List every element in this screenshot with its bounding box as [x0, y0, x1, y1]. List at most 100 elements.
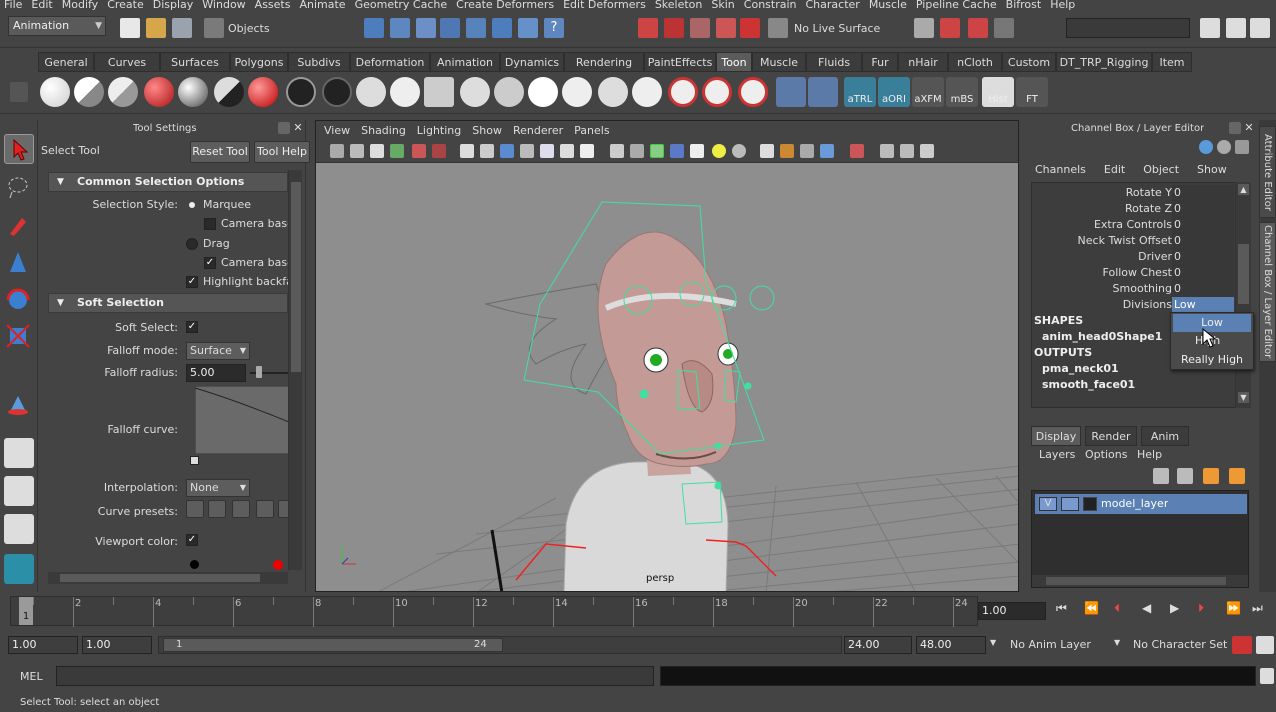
shelf-tab-fur[interactable]: Fur	[862, 52, 898, 72]
channel-edit-icon[interactable]	[1235, 140, 1249, 154]
options-menu[interactable]: Options	[1085, 448, 1127, 461]
viewport-persp[interactable]: View Shading Lighting Show Renderer Panels	[315, 120, 1019, 592]
shelf-tab-nhair[interactable]: nHair	[898, 52, 948, 72]
toon-creases-icon[interactable]	[528, 77, 558, 107]
side-tab-channel-box[interactable]: Channel Box / Layer Editor	[1259, 222, 1276, 362]
scene-3d[interactable]	[316, 164, 1019, 592]
step-back-frame-icon[interactable]: ⏪	[1084, 601, 1099, 615]
high-quality-icon[interactable]	[732, 144, 746, 158]
tool-settings-scrollbar[interactable]	[288, 170, 302, 570]
joint-tool-icon[interactable]	[808, 77, 838, 107]
shape-item[interactable]: anim_head0Shape1	[1042, 329, 1162, 345]
step-back-key-icon[interactable]: ⏴	[1114, 601, 1120, 616]
falloff-curve-graph[interactable]	[195, 386, 289, 454]
script-editor-icon[interactable]	[1260, 668, 1274, 684]
safe-action-icon[interactable]	[560, 144, 574, 158]
viewport-menu-shading[interactable]: Shading	[361, 124, 406, 137]
shelf-tab-dt-trp-rigging[interactable]: DT_TRP_Rigging	[1056, 52, 1152, 72]
shelf-tab-surfaces[interactable]: Surfaces	[160, 52, 230, 72]
channel-row[interactable]: Rotate Y0	[1032, 185, 1236, 201]
snap-plane-icon[interactable]	[518, 18, 538, 38]
layout-single-icon[interactable]	[4, 438, 34, 468]
toon-ring-3-icon[interactable]	[738, 77, 768, 107]
animation-end-field[interactable]: 48.00	[916, 636, 986, 654]
shelf-tab-general[interactable]: General	[38, 52, 94, 72]
toon-profile-icon[interactable]	[356, 77, 386, 107]
animation-start-field[interactable]: 1.00	[8, 636, 78, 654]
attribute-editor-toggle-icon[interactable]	[1200, 18, 1220, 38]
toon-ring-icon[interactable]	[668, 77, 698, 107]
shelf-tab-toon[interactable]: Toon	[716, 52, 752, 72]
new-layer-selected-icon[interactable]	[1229, 468, 1245, 484]
color-swatch-black[interactable]	[190, 560, 199, 569]
float-panel-icon[interactable]	[1229, 122, 1241, 134]
anim-layer-chevron-icon[interactable]: ▼	[990, 638, 996, 647]
wireframe-on-shaded-icon[interactable]	[650, 144, 664, 158]
curve-preset-2-button[interactable]	[208, 500, 226, 518]
anti-alias-icon[interactable]	[900, 144, 914, 158]
select-tool-icon[interactable]	[4, 134, 34, 164]
channel-row[interactable]: Driver 0	[1032, 249, 1236, 265]
menu-skeleton[interactable]: Skeleton	[655, 0, 703, 11]
time-slider-bar[interactable]: 2 4 6 8 10 12 14 16 18 20 22 24 1	[10, 596, 978, 627]
help-icon[interactable]: ?	[544, 18, 564, 38]
reset-tool-button[interactable]: Reset Tool	[190, 141, 250, 163]
float-panel-icon[interactable]	[278, 122, 290, 134]
snap-point-icon[interactable]	[492, 18, 512, 38]
output-item[interactable]: pma_neck01	[1042, 361, 1119, 377]
resolution-gate-icon[interactable]	[500, 144, 514, 158]
auto-key-icon[interactable]	[1232, 636, 1252, 654]
channel-key-icon[interactable]	[1199, 140, 1213, 154]
common-selection-options-header[interactable]: ▼ Common Selection Options	[48, 172, 288, 192]
channel-menu-edit[interactable]: Edit	[1104, 163, 1125, 176]
layer-tab-render[interactable]: Render	[1085, 426, 1137, 446]
tool-help-button[interactable]: Tool Help	[254, 141, 310, 163]
shelf-tab-rendering[interactable]: Rendering	[564, 52, 644, 72]
curve-preset-3-button[interactable]	[232, 500, 250, 518]
render-icon[interactable]	[638, 18, 658, 38]
curve-preset-4-button[interactable]	[256, 500, 274, 518]
shelf-tab-item[interactable]: Item	[1152, 52, 1192, 72]
live-surface-icon[interactable]	[768, 18, 788, 38]
menu-muscle[interactable]: Muscle	[869, 0, 907, 11]
isolate-select-icon[interactable]	[760, 144, 774, 158]
highlight-backface-checkbox[interactable]: ✓	[186, 276, 198, 288]
ipr-render-icon[interactable]	[664, 18, 684, 38]
channel-value[interactable]: 0	[1172, 281, 1234, 297]
popup-option-really-high[interactable]: Really High	[1173, 351, 1251, 369]
snap-curve-icon[interactable]	[466, 18, 486, 38]
color-swatch-red[interactable]	[273, 560, 283, 570]
scroll-up-arrow-icon[interactable]: ▲	[1238, 184, 1249, 195]
channel-box-toggle-icon[interactable]	[1250, 18, 1270, 38]
scale-tool-icon[interactable]	[4, 322, 34, 352]
step-forward-key-icon[interactable]: ⏵	[1198, 601, 1204, 616]
select-hierarchy-icon[interactable]	[364, 18, 384, 38]
menu-edit-deformers[interactable]: Edit Deformers	[563, 0, 646, 11]
scroll-thumb[interactable]	[1046, 577, 1226, 585]
new-scene-icon[interactable]	[120, 18, 140, 38]
viewport-menu-renderer[interactable]: Renderer	[513, 124, 563, 137]
scroll-thumb[interactable]	[291, 182, 301, 372]
scroll-down-arrow-icon[interactable]: ▼	[1238, 392, 1249, 403]
safe-title-icon[interactable]	[580, 144, 594, 158]
lasso-tool-icon[interactable]	[4, 172, 34, 202]
field-chart-icon[interactable]	[540, 144, 554, 158]
menu-create[interactable]: Create	[107, 0, 144, 11]
rotate-tool-icon[interactable]	[4, 286, 34, 316]
character-set-label[interactable]: No Character Set	[1133, 638, 1227, 651]
camera-based-2-checkbox[interactable]: ✓	[204, 257, 216, 269]
move-layer-up-icon[interactable]	[1153, 468, 1169, 484]
falloff-radius-field[interactable]: 5.00	[186, 364, 246, 382]
viewport-menu-show[interactable]: Show	[472, 124, 502, 137]
help-menu[interactable]: Help	[1137, 448, 1162, 461]
curve-preset-1-button[interactable]	[186, 500, 204, 518]
shelf-tab-painteffects[interactable]: PaintEffects	[644, 52, 716, 72]
channel-value[interactable]: 0	[1172, 265, 1234, 281]
go-to-end-icon[interactable]: ⏭	[1252, 601, 1263, 616]
layout-outliner-icon[interactable]	[4, 514, 34, 544]
selection-mode-icon[interactable]	[204, 18, 224, 38]
toon-glossy-red-icon[interactable]	[248, 77, 278, 107]
shelf-tab-custom[interactable]: Custom	[1002, 52, 1056, 72]
quick-search-field[interactable]	[1066, 18, 1190, 38]
shelf-tab-dynamics[interactable]: Dynamics	[500, 52, 564, 72]
